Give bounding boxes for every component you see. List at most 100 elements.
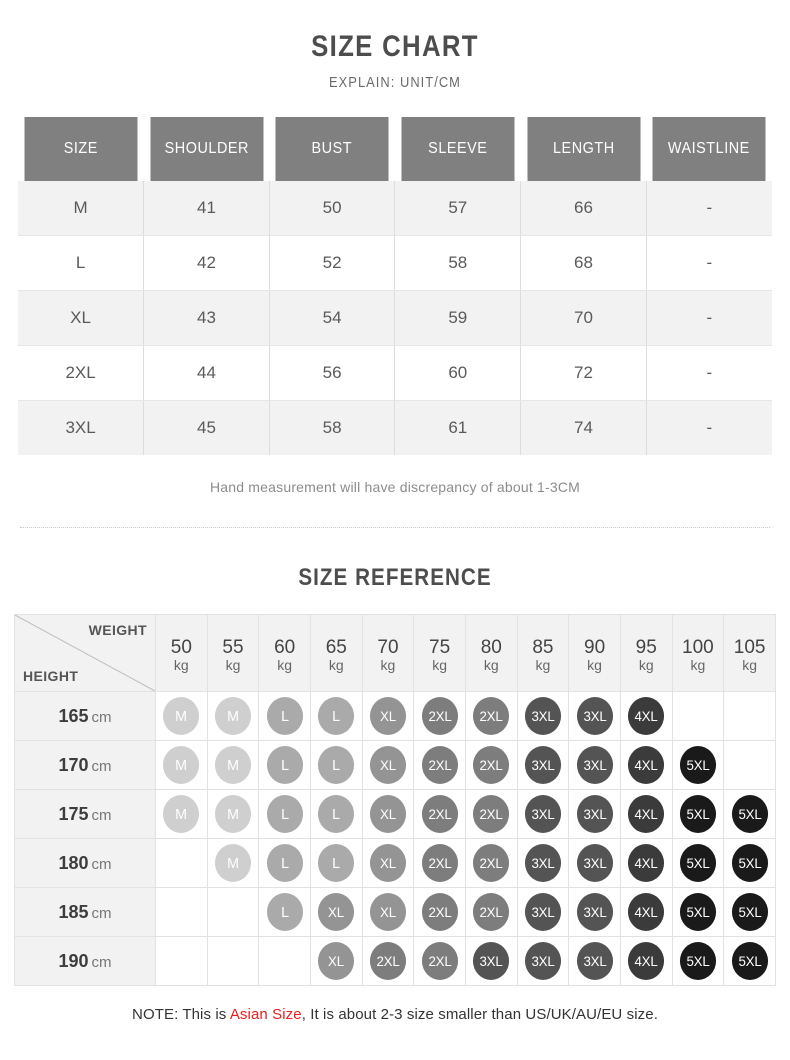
size-bubble: 4XL xyxy=(628,893,665,931)
weight-unit: kg xyxy=(742,656,757,673)
weight-value: 90 xyxy=(584,636,606,658)
size-reference-table-wrap: WEIGHT HEIGHT 50 kg 55 kg 60 kg 65 kg 70 kg 75 kg 80… xyxy=(14,614,776,986)
height-row-header: 165 cm xyxy=(14,691,156,741)
size-cell: 2XL xyxy=(464,789,518,839)
size-cell: 3XL xyxy=(568,789,621,839)
height-row-header: 190 cm xyxy=(14,936,156,986)
size-bubble: XL xyxy=(369,844,407,882)
table-row: XL 43 54 59 70- xyxy=(18,290,772,346)
measurement-cell: 66 xyxy=(520,181,647,236)
size-chart-table-wrap: SIZE SHOULDER BUST SLEEVE LENGTH WAISTLINE M4… xyxy=(18,117,772,455)
size-label-cell: 3XL xyxy=(18,400,145,455)
size-cell: 5XL xyxy=(723,838,776,888)
size-cell: 5XL xyxy=(723,887,776,937)
size-bubble: L xyxy=(266,746,303,784)
weight-value: 80 xyxy=(480,636,502,658)
weight-value: 100 xyxy=(682,636,714,658)
weight-column-header: 75 kg xyxy=(413,614,466,692)
size-cell: 3XL xyxy=(516,936,570,986)
measurement-cell: 56 xyxy=(269,345,396,401)
page-title: SIZE CHART xyxy=(311,30,479,63)
size-bubble: 5XL xyxy=(679,893,716,931)
size-chart-header: SIZE SHOULDER BUST SLEEVE LENGTH WAISTLINE xyxy=(18,117,772,181)
weight-unit: kg xyxy=(587,656,602,673)
size-chart-table: SIZE SHOULDER BUST SLEEVE LENGTH WAISTLINE M4… xyxy=(18,117,772,455)
size-cell: 2XL xyxy=(413,789,466,839)
weight-column-header: 60 kg xyxy=(258,614,311,692)
weight-unit: kg xyxy=(225,656,241,673)
size-cell: 2XL xyxy=(361,936,415,986)
size-cell: 4XL xyxy=(619,887,673,937)
column-header-bust: BUST xyxy=(275,117,389,181)
size-bubble: 5XL xyxy=(679,746,716,784)
size-bubble: XL xyxy=(369,697,407,735)
size-bubble: 5XL xyxy=(731,893,768,931)
weight-unit: kg xyxy=(432,656,447,673)
weight-value: 105 xyxy=(733,636,766,658)
weight-axis-label: WEIGHT xyxy=(88,622,147,638)
size-bubble: 5XL xyxy=(679,844,716,882)
weight-column-header: 90 kg xyxy=(568,614,621,692)
measurement-cell: 50 xyxy=(269,181,396,236)
size-cell: 2XL xyxy=(413,740,466,790)
table-row: L 42 52 58 68- xyxy=(18,235,772,291)
size-cell: XL xyxy=(361,740,415,790)
size-bubble: 4XL xyxy=(628,795,665,833)
size-label-cell: 2XL xyxy=(18,345,145,401)
note-highlight: Asian Size xyxy=(229,1006,302,1023)
weight-value: 65 xyxy=(325,636,347,658)
size-bubble: 3XL xyxy=(524,697,561,735)
size-bubble: 5XL xyxy=(731,942,768,980)
reference-row: 165 cm M M L L XL 2XL 2XL 3XL 3XL 4XL xyxy=(14,691,776,741)
size-cell: 2XL xyxy=(413,838,466,888)
size-cell: 4XL xyxy=(619,740,673,790)
size-cell: M xyxy=(206,789,260,839)
column-header-sleeve: SLEEVE xyxy=(401,117,515,181)
column-header-length: LENGTH xyxy=(526,117,640,181)
size-cell: 5XL xyxy=(671,789,725,839)
measurement-cell: 70 xyxy=(520,290,647,346)
size-cell: 3XL xyxy=(516,789,570,839)
size-bubble: L xyxy=(318,844,355,882)
size-chart-page: SIZE CHART EXPLAIN: UNIT/CM SIZE SHOULDER… xyxy=(0,0,790,1060)
size-cell xyxy=(671,691,725,741)
size-bubble: XL xyxy=(318,942,355,980)
measurement-cell: - xyxy=(646,181,772,236)
size-cell: L xyxy=(258,740,311,790)
height-row-header: 180 cm xyxy=(14,838,156,888)
size-cell: 3XL xyxy=(568,740,621,790)
height-value: 165 xyxy=(58,705,89,726)
size-cell: L xyxy=(258,691,311,741)
size-cell: XL xyxy=(361,887,415,937)
size-cell xyxy=(258,936,311,986)
size-cell: 2XL xyxy=(413,936,466,986)
size-bubble: L xyxy=(318,697,355,735)
reference-row: 180 cm M L L XL 2XL 2XL 3XL 3XL 4XL 5XL 5XL xyxy=(14,838,776,888)
table-row: 3XL 45 58 61 74- xyxy=(18,400,772,455)
weight-column-header: 55 kg xyxy=(206,614,260,692)
size-cell: M xyxy=(155,789,208,839)
column-header-waistline: WAISTLINE xyxy=(652,117,766,181)
size-cell: L xyxy=(309,838,363,888)
size-bubble: 5XL xyxy=(679,795,716,833)
measurement-cell: 43 xyxy=(143,290,270,346)
size-bubble: M xyxy=(163,795,200,833)
size-bubble: 5XL xyxy=(731,795,768,833)
weight-unit: kg xyxy=(483,656,499,673)
height-unit: cm xyxy=(91,855,112,873)
size-bubble: L xyxy=(266,844,303,882)
weight-unit: kg xyxy=(173,656,189,673)
height-axis-label: HEIGHT xyxy=(23,668,79,684)
height-unit: cm xyxy=(91,708,112,726)
weight-column-header: 105 kg xyxy=(723,614,776,692)
size-bubble: 3XL xyxy=(524,893,561,931)
size-bubble: 2XL xyxy=(473,893,510,931)
size-bubble: 2XL xyxy=(473,795,510,833)
size-bubble: M xyxy=(163,746,200,784)
measurement-cell: - xyxy=(646,345,772,401)
size-cell: M xyxy=(206,740,260,790)
size-bubble: L xyxy=(266,697,303,735)
size-label-cell: L xyxy=(18,235,145,291)
size-bubble: XL xyxy=(369,893,407,931)
size-cell: 3XL xyxy=(516,691,570,741)
